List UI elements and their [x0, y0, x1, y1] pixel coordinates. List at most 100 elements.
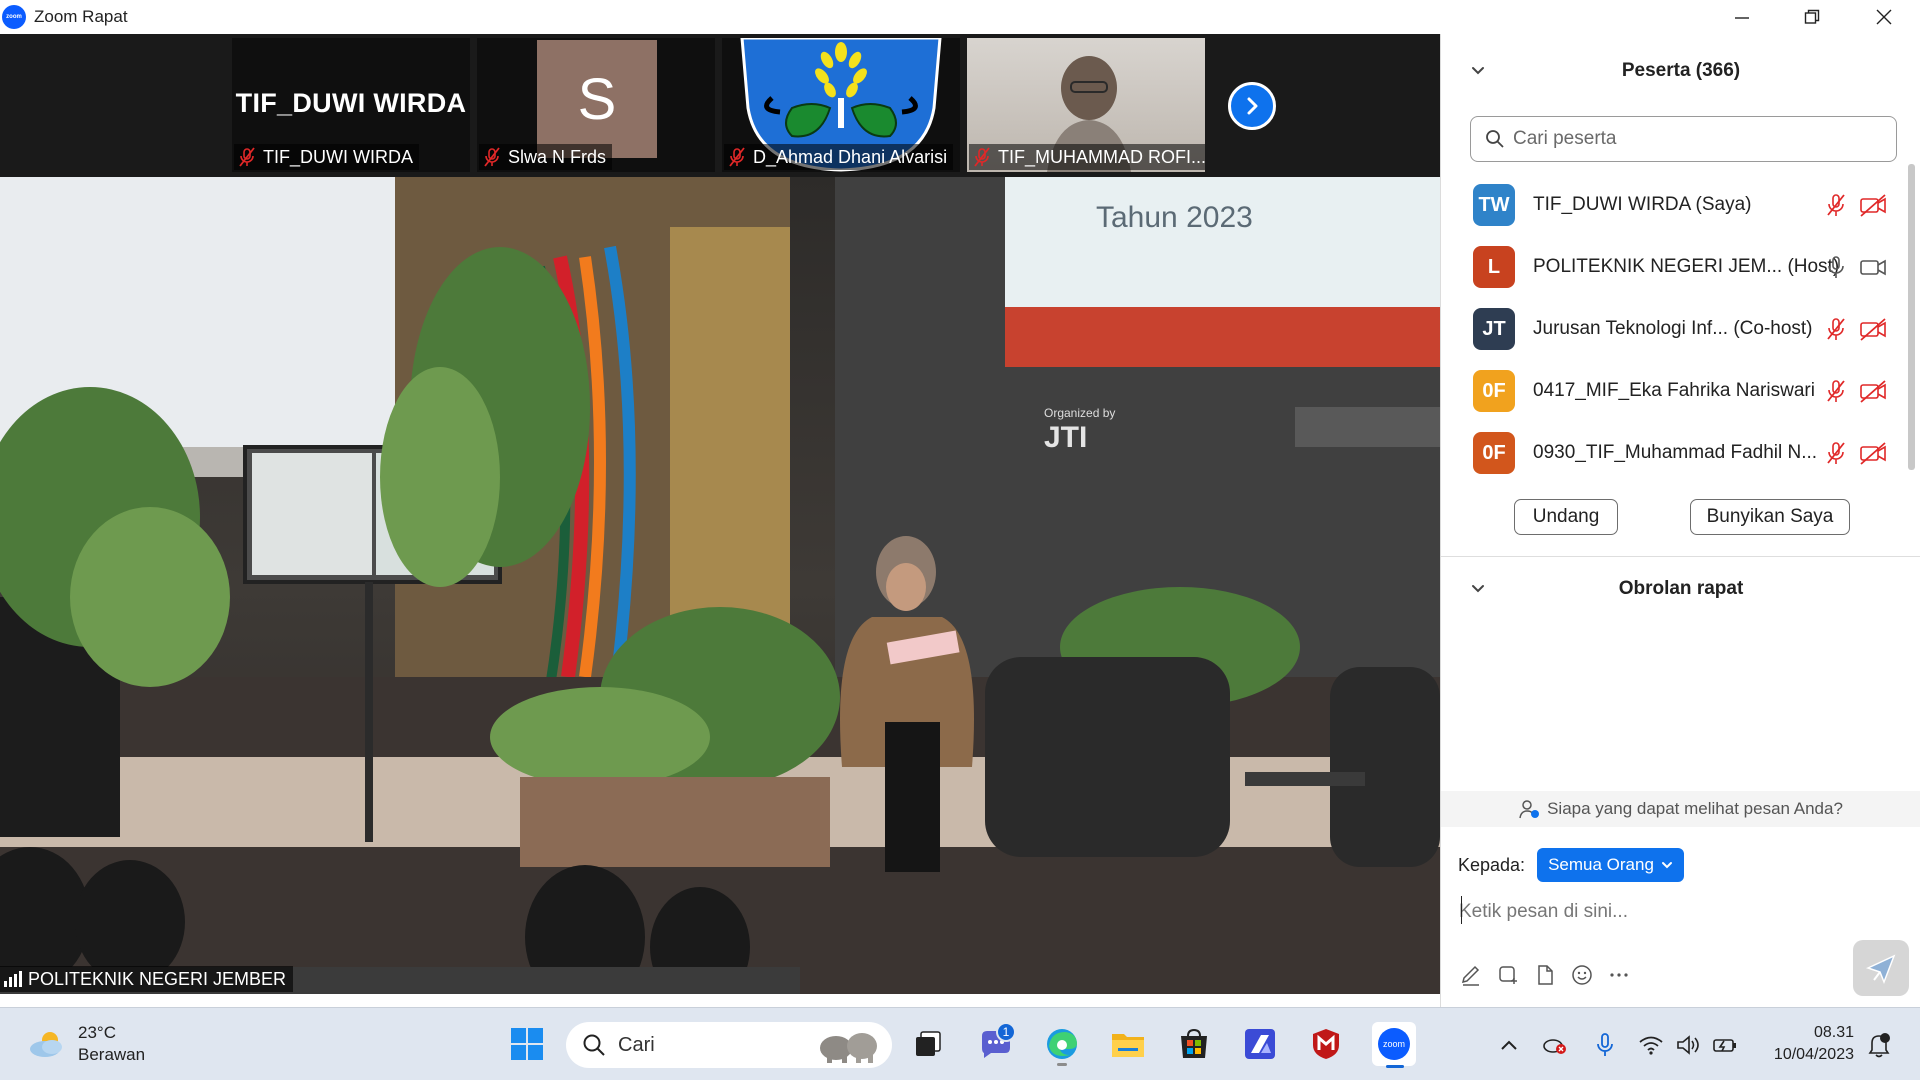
chat-header: Obrolan rapat [1441, 569, 1920, 609]
collapse-participants-chevron-down-icon[interactable] [1468, 61, 1488, 81]
video-on-icon[interactable] [1859, 255, 1887, 279]
video-area: TIF_DUWI WIRDA TIF_DUWI WIRDA S Slwa N F… [0, 34, 1440, 994]
zoom-taskbar-button[interactable]: zoom [1372, 1022, 1416, 1068]
file-explorer-button[interactable] [1108, 1024, 1148, 1064]
participant-search-input[interactable] [1513, 128, 1873, 150]
thumbnail-name-tag: TIF_DUWI WIRDA [234, 144, 419, 170]
mic-on-icon[interactable] [1825, 255, 1847, 279]
mic-muted-icon[interactable] [1825, 379, 1847, 403]
participant-row[interactable]: JT Jurusan Teknologi Inf... (Co-host) [1441, 298, 1911, 360]
signal-strength-icon [4, 971, 22, 987]
zoom-logo-icon: zoom [2, 5, 26, 29]
app-icon [1245, 1029, 1275, 1059]
elephant-doodle-icon [820, 1033, 877, 1063]
unmute-me-button[interactable]: Bunyikan Saya [1690, 499, 1850, 535]
slide-year-text: Tahun 2023 [1096, 201, 1253, 234]
chat-message-input[interactable] [1459, 892, 1899, 932]
invite-button[interactable]: Undang [1514, 499, 1618, 535]
mic-muted-icon[interactable] [1825, 317, 1847, 341]
chat-title: Obrolan rapat [1618, 578, 1744, 599]
battery-tray-button[interactable] [1712, 1032, 1738, 1058]
taskbar-search[interactable]: Cari [566, 1022, 892, 1068]
participant-name: 0930_TIF_Muhammad Fadhil N... [1533, 442, 1818, 463]
mic-muted-icon[interactable] [1825, 441, 1847, 465]
speaker-name-tag: POLITEKNIK NEGERI JEMBER [0, 966, 294, 992]
microsoft-store-button[interactable] [1174, 1024, 1214, 1064]
participant-thumbnail[interactable]: S Slwa N Frds [477, 38, 715, 172]
participant-thumbnail[interactable]: TIF_MUHAMMAD ROFI... [967, 38, 1205, 172]
minimize-button[interactable] [1706, 0, 1778, 34]
notification-center-button[interactable] [1866, 1032, 1892, 1058]
folder-icon [1112, 1034, 1144, 1057]
powerautomate-button[interactable] [1240, 1024, 1280, 1064]
participant-list-scrollbar[interactable] [1908, 164, 1915, 470]
main-speaker-video[interactable]: Tahun 2023 Organized by JTI POLITEKNIK N… [0, 177, 1440, 994]
wifi-tray-button[interactable] [1638, 1032, 1664, 1058]
wifi-icon [1639, 1036, 1663, 1055]
mcafee-button[interactable] [1306, 1024, 1346, 1064]
chevron-down-icon [1661, 862, 1672, 869]
participant-row[interactable]: 0F 0417_MIF_Eka Fahrika Nariswari [1441, 360, 1911, 422]
screenshot-icon[interactable] [1496, 963, 1520, 987]
more-icon[interactable] [1607, 963, 1631, 987]
edge-browser-button[interactable] [1042, 1024, 1082, 1066]
weather-widget[interactable]: 23°C Berawan [28, 1022, 145, 1066]
taskbar-clock[interactable]: 08.31 10/04/2023 [1754, 1022, 1854, 1066]
emoji-icon[interactable] [1570, 963, 1594, 987]
next-page-button[interactable] [1228, 82, 1276, 130]
mic-off-icon [974, 147, 990, 167]
windows-start-icon [511, 1028, 543, 1060]
file-icon[interactable] [1533, 963, 1557, 987]
send-button[interactable] [1853, 940, 1909, 996]
participant-search[interactable] [1470, 116, 1897, 162]
participant-row[interactable]: TW TIF_DUWI WIRDA (Saya) [1441, 174, 1911, 236]
title-bar: zoom Zoom Rapat [0, 0, 1920, 34]
bell-icon [1868, 1033, 1890, 1058]
show-hidden-icons-button[interactable] [1496, 1032, 1522, 1058]
stage-scene: Tahun 2023 Organized by JTI [0, 177, 1440, 994]
mic-off-icon [729, 147, 745, 167]
participant-row[interactable]: L POLITEKNIK NEGERI JEM... (Host) [1441, 236, 1911, 298]
video-off-icon[interactable] [1859, 317, 1887, 341]
participant-name: TIF_DUWI WIRDA (Saya) [1533, 194, 1752, 215]
side-panel: Peserta (366) TW TIF_DUWI WIRDA (Saya) L… [1440, 34, 1920, 1007]
participant-name: POLITEKNIK NEGERI JEM... (Host) [1533, 256, 1840, 277]
notification-badge: 1 [996, 1022, 1016, 1042]
section-divider [1441, 556, 1920, 557]
avatar: S [537, 40, 657, 158]
clock-date: 10/04/2023 [1773, 1046, 1854, 1063]
thumbnail-name: TIF_MUHAMMAD ROFI... [998, 146, 1205, 167]
onedrive-tray-button[interactable] [1542, 1032, 1568, 1058]
participants-header: Peserta (366) [1441, 51, 1920, 91]
start-button[interactable] [507, 1024, 547, 1064]
participants-title: Peserta (366) [1621, 60, 1741, 81]
restore-button[interactable] [1776, 0, 1848, 34]
format-icon[interactable] [1459, 963, 1483, 987]
window-title: Zoom Rapat [34, 7, 128, 26]
participant-thumbnail[interactable]: TIF_DUWI WIRDA TIF_DUWI WIRDA [232, 38, 470, 172]
who-can-see-text: Siapa yang dapat melihat pesan Anda? [1547, 799, 1843, 818]
thumbnail-name-tag: Slwa N Frds [479, 144, 613, 170]
microphone-tray-button[interactable] [1592, 1032, 1618, 1058]
video-off-icon[interactable] [1859, 193, 1887, 217]
slide-organized-text: Organized by [1044, 406, 1115, 420]
teams-chat-button[interactable]: 1 [976, 1022, 1016, 1064]
text-caret [1461, 896, 1462, 924]
thumbnail-name-tag: D_Ahmad Dhani Alvarisi [724, 144, 954, 170]
volume-tray-button[interactable] [1676, 1032, 1702, 1058]
recipient-dropdown[interactable]: Semua Orang [1537, 848, 1684, 882]
mcafee-shield-icon [1313, 1029, 1339, 1059]
participant-thumbnail[interactable]: D_Ahmad Dhani Alvarisi [722, 38, 960, 172]
participant-avatar: 0F [1473, 370, 1515, 412]
store-icon [1181, 1028, 1207, 1058]
collapse-chat-chevron-down-icon[interactable] [1468, 579, 1488, 599]
video-off-icon[interactable] [1859, 379, 1887, 403]
close-button[interactable] [1848, 0, 1920, 34]
mic-muted-icon[interactable] [1825, 193, 1847, 217]
task-view-button[interactable] [908, 1024, 948, 1064]
video-off-icon[interactable] [1859, 441, 1887, 465]
participant-row[interactable]: 0F 0930_TIF_Muhammad Fadhil N... [1441, 422, 1911, 484]
participant-avatar: JT [1473, 308, 1515, 350]
microphone-icon [1597, 1033, 1613, 1056]
who-can-see-link[interactable]: Siapa yang dapat melihat pesan Anda? [1441, 791, 1920, 827]
